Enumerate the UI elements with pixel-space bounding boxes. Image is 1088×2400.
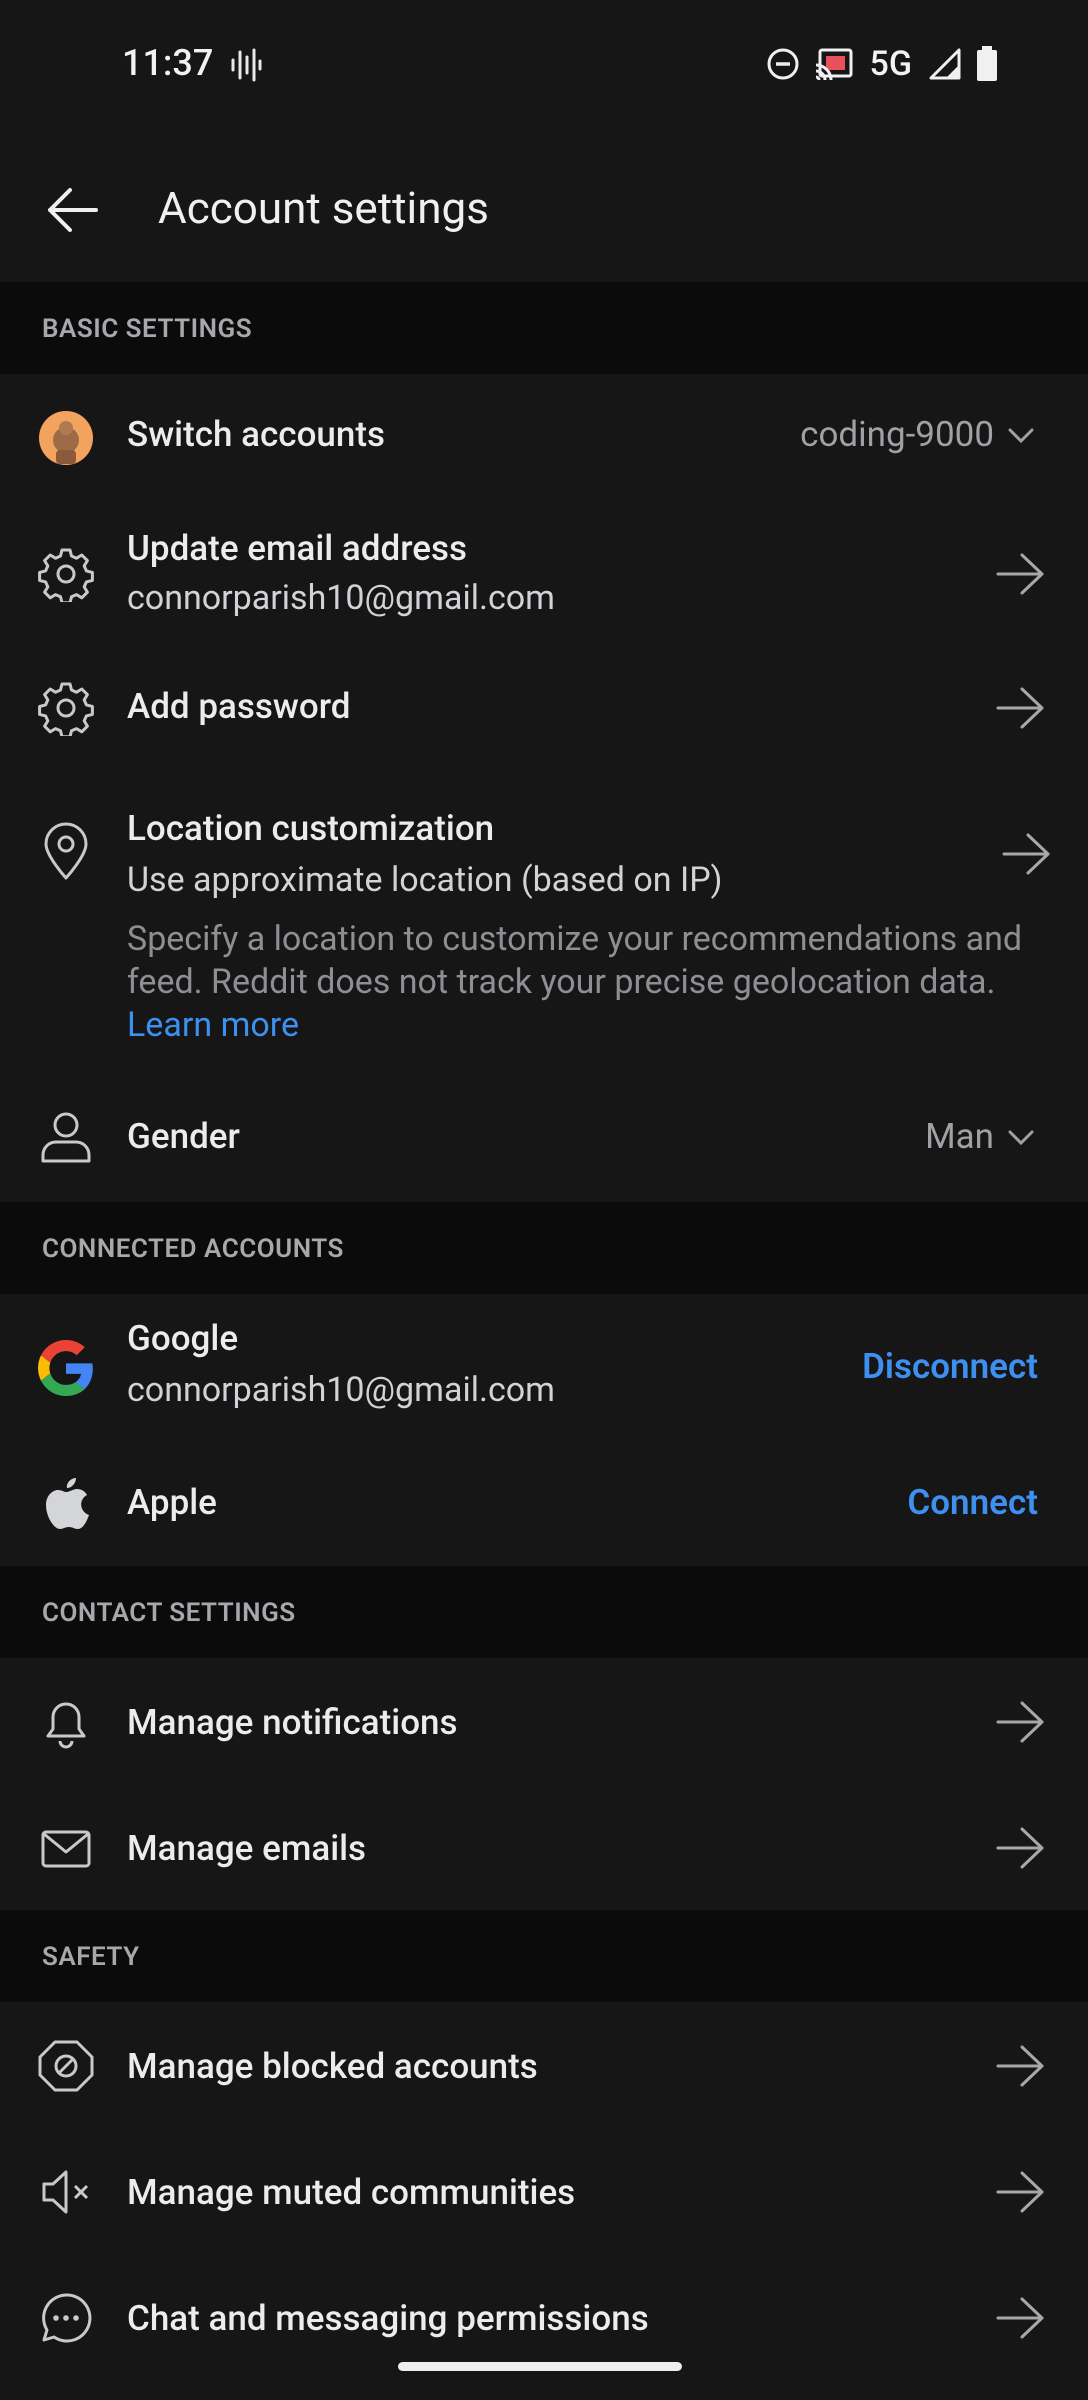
manage-notifications-label: Manage notifications xyxy=(127,1702,458,1743)
account-dropdown[interactable]: coding-9000 xyxy=(800,414,1036,455)
apple-label: Apple xyxy=(127,1482,217,1523)
gender-label: Gender xyxy=(127,1116,240,1157)
location-pin-icon xyxy=(44,822,88,880)
arrow-right-icon xyxy=(996,687,1044,729)
manage-muted-label: Manage muted communities xyxy=(127,2172,576,2213)
location-value: Use approximate location (based on IP) xyxy=(127,860,723,900)
arrow-right-icon xyxy=(996,2297,1044,2339)
apple-row: Apple Connect xyxy=(0,1440,1088,1566)
switch-accounts-row[interactable]: Switch accounts coding-9000 xyxy=(0,374,1088,502)
person-icon xyxy=(41,1112,91,1163)
update-email-row[interactable]: Update email address connorparish10@gmai… xyxy=(0,502,1088,642)
signal-icon xyxy=(929,48,961,80)
cast-icon xyxy=(815,48,853,81)
section-header-safety: SAFETY xyxy=(0,1910,1088,2002)
chat-permissions-label: Chat and messaging permissions xyxy=(127,2298,649,2339)
switch-accounts-label: Switch accounts xyxy=(127,414,386,455)
arrow-right-icon xyxy=(996,1701,1044,1743)
section-header-connected: CONNECTED ACCOUNTS xyxy=(0,1202,1088,1294)
manage-blocked-accounts-row[interactable]: Manage blocked accounts xyxy=(0,2002,1088,2128)
manage-emails-label: Manage emails xyxy=(127,1828,367,1869)
google-email: connorparish10@gmail.com xyxy=(127,1370,555,1410)
chat-bubble-icon xyxy=(42,2293,92,2343)
location-row[interactable]: Location customization Use approximate l… xyxy=(0,772,1088,1072)
chevron-down-icon xyxy=(1008,1130,1034,1145)
gender-row[interactable]: Gender Man xyxy=(0,1072,1088,1202)
current-account: coding-9000 xyxy=(800,414,994,455)
back-arrow-icon[interactable] xyxy=(42,180,102,240)
arrow-right-icon xyxy=(996,2171,1044,2213)
current-email: connorparish10@gmail.com xyxy=(127,578,555,618)
do-not-disturb-icon xyxy=(767,48,799,80)
mail-icon xyxy=(41,1830,91,1868)
status-time: 11:37 xyxy=(122,42,214,84)
update-email-label: Update email address xyxy=(127,528,468,569)
arrow-right-icon xyxy=(996,1827,1044,1869)
manage-muted-communities-row[interactable]: Manage muted communities xyxy=(0,2128,1088,2254)
avatar xyxy=(39,411,93,465)
learn-more-link[interactable]: Learn more xyxy=(127,1005,299,1045)
gender-dropdown[interactable]: Man xyxy=(925,1116,1036,1157)
page-title: Account settings xyxy=(158,182,489,234)
sound-wave-icon xyxy=(231,48,262,82)
bell-icon xyxy=(46,1702,86,1749)
arrow-right-icon xyxy=(996,553,1044,595)
location-description: Specify a location to customize your rec… xyxy=(127,919,1023,1045)
disconnect-google-button[interactable]: Disconnect xyxy=(862,1346,1038,1387)
gear-icon xyxy=(38,548,94,602)
home-indicator[interactable] xyxy=(398,2362,682,2371)
gear-icon xyxy=(38,682,94,736)
chevron-down-icon xyxy=(1008,428,1034,443)
add-password-label: Add password xyxy=(127,686,351,727)
gender-value: Man xyxy=(925,1116,994,1157)
network-type: 5G xyxy=(869,44,912,84)
status-icons: 5G xyxy=(766,44,998,84)
section-header-basic: BASIC SETTINGS xyxy=(0,282,1088,374)
arrow-right-icon xyxy=(996,2045,1044,2087)
section-header-contact: CONTACT SETTINGS xyxy=(0,1566,1088,1658)
mute-icon xyxy=(42,2170,89,2214)
apple-icon xyxy=(46,1478,89,1529)
manage-emails-row[interactable]: Manage emails xyxy=(0,1784,1088,1910)
google-label: Google xyxy=(127,1318,239,1359)
location-label: Location customization xyxy=(127,808,495,849)
manage-blocked-label: Manage blocked accounts xyxy=(127,2046,538,2087)
add-password-row[interactable]: Add password xyxy=(0,642,1088,772)
google-row: Google connorparish10@gmail.com Disconne… xyxy=(0,1294,1088,1440)
block-icon xyxy=(38,2040,94,2092)
google-icon xyxy=(38,1340,93,1396)
manage-notifications-row[interactable]: Manage notifications xyxy=(0,1658,1088,1784)
connect-apple-button[interactable]: Connect xyxy=(907,1482,1038,1523)
battery-icon xyxy=(977,46,997,81)
arrow-right-icon xyxy=(1002,833,1050,875)
app-bar: Account settings xyxy=(0,130,1088,280)
status-bar: 11:37 5G xyxy=(0,0,1088,130)
